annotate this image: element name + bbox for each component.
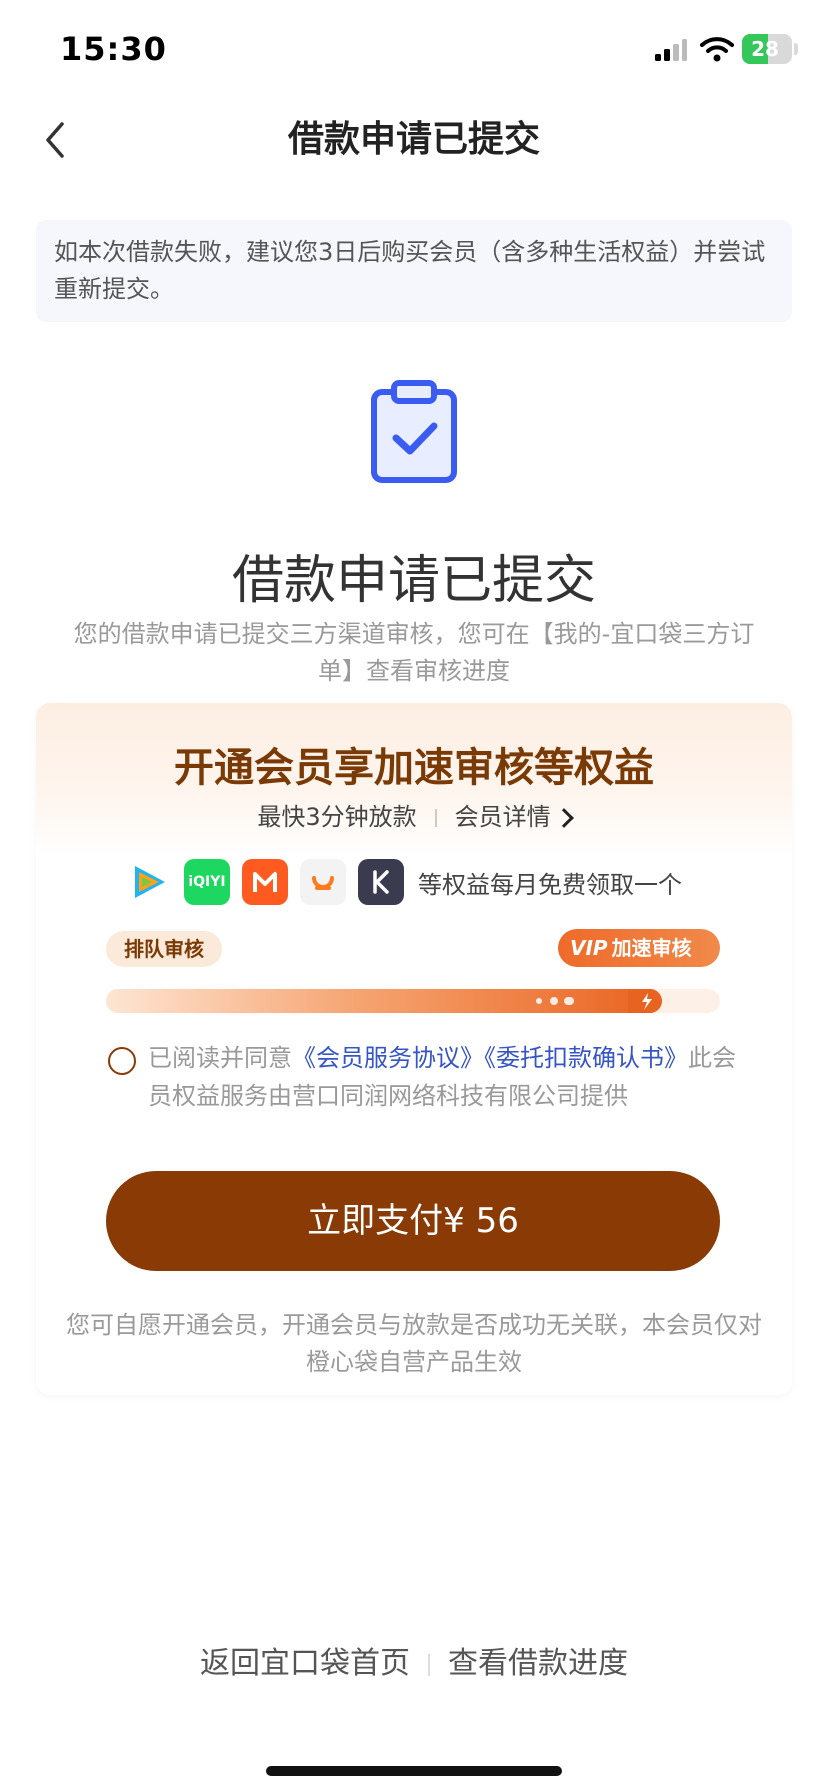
return-home-link[interactable]: 返回宜口袋首页	[200, 1646, 410, 1681]
didi-logo	[312, 876, 334, 890]
agreement-prefix: 已阅读并同意	[148, 1044, 292, 1072]
wifi-icon	[700, 37, 734, 62]
divider	[428, 1653, 430, 1676]
fast-release-text: 最快3分钟放款	[257, 803, 417, 831]
benefit-apps-row: iQIYI 等权益每月免费领取一个	[126, 857, 682, 907]
vip-speedup-tag: VIP 加速审核	[558, 929, 720, 967]
tencent-video-icon	[126, 859, 172, 905]
service-agreement-link[interactable]: 《会员服务协议》	[292, 1044, 484, 1072]
agreement-radio[interactable]	[108, 1047, 136, 1075]
battery-percentage: 28	[751, 37, 779, 61]
didi-icon	[300, 859, 346, 905]
status-description: 您的借款申请已提交三方渠道审核，您可在【我的-宜口袋三方订单】查看审核进度	[73, 620, 755, 685]
home-indicator	[266, 1766, 562, 1776]
chevron-right-icon	[553, 808, 574, 828]
view-progress-link[interactable]: 查看借款进度	[448, 1646, 628, 1681]
iqiyi-icon: iQIYI	[184, 859, 230, 905]
k-logo	[373, 870, 389, 894]
bottom-links: 返回宜口袋首页 查看借款进度	[0, 1638, 828, 1682]
page-title: 借款申请已提交	[287, 119, 540, 160]
battery-cap	[794, 43, 798, 55]
tencent-video-logo	[135, 866, 165, 898]
iqiyi-logo-text: iQIYI	[188, 874, 226, 890]
vip-speedup-label: 加速审核	[611, 936, 692, 960]
nav-bar: 借款申请已提交	[0, 100, 828, 180]
member-card-subtitle: 最快3分钟放款 会员详情	[36, 797, 792, 832]
debit-confirmation-link[interactable]: 《委托扣款确认书》	[484, 1044, 688, 1072]
progress-dot	[550, 997, 558, 1005]
status-title: 借款申请已提交	[231, 551, 596, 611]
mango-tv-icon	[242, 859, 288, 905]
kuaishou-icon	[358, 859, 404, 905]
member-offer-card: 开通会员享加速审核等权益 最快3分钟放款 会员详情 iQIYI 等权益每月免费领…	[36, 703, 792, 1395]
speedup-progress-bar	[106, 989, 720, 1013]
rocket-icon	[628, 989, 662, 1013]
back-arrow-icon[interactable]	[36, 118, 76, 162]
status-time: 15:30	[60, 30, 167, 68]
pay-now-button[interactable]: 立即支付¥ 56	[106, 1171, 720, 1271]
speedup-progress-fill	[106, 989, 662, 1013]
membership-disclaimer: 您可自愿开通会员，开通会员与放款是否成功无关联，本会员仅对橙心袋自营产品生效	[66, 1311, 762, 1376]
clipboard-check-icon	[371, 380, 457, 483]
divider	[434, 809, 437, 827]
member-details-label[interactable]: 会员详情	[455, 803, 551, 831]
vip-badge: VIP	[570, 936, 608, 960]
member-details-link[interactable]: 会员详情	[455, 803, 574, 831]
notice-box: 如本次借款失败，建议您3日后购买会员（含多种生活权益）并尝试重新提交。	[36, 220, 792, 322]
mango-tv-logo	[253, 872, 277, 892]
queue-review-tag: 排队审核	[106, 931, 222, 967]
battery-icon: 28	[742, 34, 792, 64]
agreement-text: 已阅读并同意《会员服务协议》《委托扣款确认书》此会员权益服务由营口同润网络科技有…	[108, 1039, 738, 1115]
progress-dot	[536, 998, 542, 1004]
cellular-signal-icon	[655, 39, 687, 61]
status-bar: 15:30 28	[0, 0, 828, 100]
progress-dot	[564, 997, 574, 1005]
benefit-apps-text: 等权益每月免费领取一个	[418, 870, 682, 899]
member-card-title: 开通会员享加速审核等权益	[174, 745, 654, 791]
